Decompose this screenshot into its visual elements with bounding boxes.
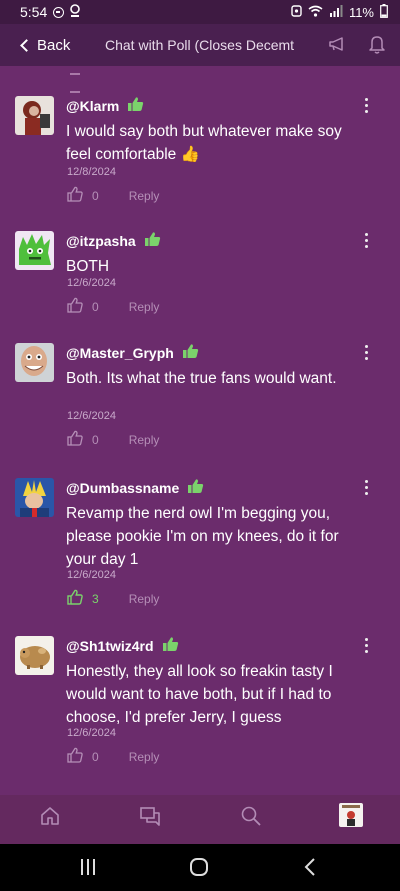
avatar[interactable] <box>15 96 54 135</box>
comments-list[interactable]: @Klarm I would say both but whatever mak… <box>0 66 400 795</box>
comment-date: 12/6/2024 <box>67 277 116 289</box>
alarm-icon <box>291 4 302 20</box>
thumbs-up-outline-icon[interactable] <box>67 589 83 608</box>
more-options-icon[interactable] <box>362 636 370 654</box>
page-title: Chat with Poll (Closes Decemt <box>105 37 295 53</box>
thumbs-up-outline-icon[interactable] <box>67 186 83 205</box>
status-time: 5:54 <box>20 4 48 20</box>
bell-icon[interactable] <box>368 34 386 59</box>
username-link[interactable]: @itzpasha <box>66 233 136 249</box>
back-label: Back <box>37 36 71 54</box>
back-button[interactable]: Back <box>0 37 100 54</box>
comment-text: Revamp the nerd owl I'm begging you, ple… <box>66 505 339 568</box>
comment-text: BOTH <box>66 258 110 275</box>
search-icon[interactable] <box>240 805 262 832</box>
profile-avatar[interactable] <box>339 803 363 832</box>
status-bar: 5:54 11% <box>0 0 400 24</box>
comment-text: Honestly, they all look so freakin tasty… <box>66 663 333 726</box>
comment-actions: 3 Reply <box>67 589 159 608</box>
like-count: 0 <box>92 432 99 447</box>
app-bar: Back Chat with Poll (Closes Decemt <box>0 24 400 66</box>
reply-button[interactable]: Reply <box>129 189 160 203</box>
like-count: 3 <box>92 591 99 606</box>
chevron-left-icon <box>20 38 33 52</box>
like-count: 0 <box>92 299 99 314</box>
home-icon[interactable] <box>39 805 61 832</box>
home-button-icon[interactable] <box>189 857 209 882</box>
previous-comment-fragment <box>70 66 160 93</box>
thumbs-up-outline-icon[interactable] <box>67 297 83 316</box>
comment-username[interactable]: @Sh1twiz4rd <box>66 636 179 655</box>
comment-actions: 0 Reply <box>67 430 159 449</box>
thumbs-up-badge-icon <box>187 478 204 497</box>
comment-actions: 0 Reply <box>67 747 159 766</box>
comment-username[interactable]: @itzpasha <box>66 231 161 250</box>
reply-button[interactable]: Reply <box>129 592 160 606</box>
signal-icon <box>329 4 343 20</box>
megaphone-icon[interactable] <box>327 34 347 59</box>
comment-username[interactable]: @Dumbassname <box>66 478 204 497</box>
thumbs-up-badge-icon <box>162 636 179 655</box>
battery-icon <box>380 3 388 21</box>
comment-date: 12/6/2024 <box>67 410 116 422</box>
like-count: 0 <box>92 188 99 203</box>
avatar[interactable] <box>15 636 54 675</box>
like-count: 0 <box>92 749 99 764</box>
comment-username[interactable]: @Klarm <box>66 96 144 115</box>
more-options-icon[interactable] <box>362 96 370 114</box>
back-nav-icon[interactable] <box>302 857 318 882</box>
comment-text: Both. Its what the true fans would want. <box>66 370 337 387</box>
comment-actions: 0 Reply <box>67 297 159 316</box>
reply-button[interactable]: Reply <box>129 300 160 314</box>
thumbs-up-outline-icon[interactable] <box>67 747 83 766</box>
username-link[interactable]: @Klarm <box>66 98 119 114</box>
battery-percent: 11% <box>348 4 374 20</box>
dnd-icon <box>53 6 65 18</box>
username-link[interactable]: @Master_Gryph <box>66 345 174 361</box>
avatar[interactable] <box>15 478 54 517</box>
notification-app-icon <box>69 3 81 21</box>
more-options-icon[interactable] <box>362 343 370 361</box>
username-link[interactable]: @Dumbassname <box>66 480 179 496</box>
comment-actions: 0 Reply <box>67 186 159 205</box>
username-link[interactable]: @Sh1twiz4rd <box>66 638 154 654</box>
comment-username[interactable]: @Master_Gryph <box>66 343 199 362</box>
thumbs-up-outline-icon[interactable] <box>67 430 83 449</box>
recents-icon[interactable] <box>79 857 97 882</box>
more-options-icon[interactable] <box>362 478 370 496</box>
avatar[interactable] <box>15 231 54 270</box>
chat-icon[interactable] <box>139 805 161 832</box>
system-nav-bar <box>0 844 400 891</box>
thumbs-up-badge-icon <box>182 343 199 362</box>
reply-button[interactable]: Reply <box>129 750 160 764</box>
thumbs-up-badge-icon <box>127 96 144 115</box>
comment-date: 12/6/2024 <box>67 727 116 739</box>
more-options-icon[interactable] <box>362 231 370 249</box>
thumbs-up-badge-icon <box>144 231 161 250</box>
comment-text: I would say both but whatever make soy f… <box>66 123 342 163</box>
comment-date: 12/8/2024 <box>67 166 116 178</box>
bottom-nav <box>0 795 400 844</box>
avatar[interactable] <box>15 343 54 382</box>
wifi-icon <box>308 5 323 20</box>
reply-button[interactable]: Reply <box>129 433 160 447</box>
comment-date: 12/6/2024 <box>67 569 116 581</box>
